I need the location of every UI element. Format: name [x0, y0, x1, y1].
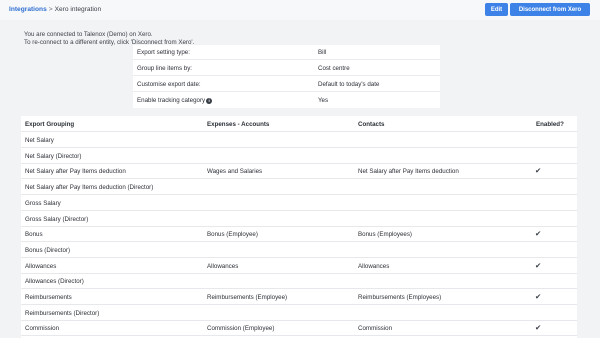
top-bar: Integrations > Xero integration Edit Disco…	[0, 0, 600, 20]
settings-panel: Export setting type: Bill Group line ite…	[133, 45, 440, 108]
table-row: Net Salary (Director)	[21, 148, 577, 164]
row-contact: Net Salary after Pay Items deduction	[358, 168, 459, 176]
row-export-grouping: Net Salary after Pay Items deduction (Di…	[25, 184, 154, 192]
setting-value: Bill	[318, 48, 327, 56]
setting-row-group-by: Group line items by: Cost centre	[133, 61, 440, 76]
setting-label-wrap: Enable tracking category i	[137, 97, 213, 104]
enabled-check-icon: ✔	[535, 323, 542, 333]
table-row: Gross Salary (Director)	[21, 211, 577, 227]
table-row: Gross Salary	[21, 195, 577, 211]
table-row: Reimbursements (Director)	[21, 305, 577, 321]
row-contact: Allowances	[358, 262, 390, 270]
table-header: Export Grouping Expenses - Accounts Cont…	[21, 116, 577, 132]
setting-value: Default to today's date	[318, 80, 380, 88]
row-contact: Commission	[358, 325, 393, 333]
row-expenses-account: Commission (Employee)	[207, 325, 275, 333]
row-contact: Reimbursements (Employees)	[358, 294, 442, 301]
header-export-grouping: Export Grouping	[25, 121, 75, 128]
enabled-check-icon: ✔	[535, 292, 542, 301]
table-row: Bonus Bonus (Employee) Bonus (Employees) ✔	[21, 226, 577, 243]
row-export-grouping: Gross Salary (Director)	[25, 215, 89, 223]
row-expenses-account: Reimbursements (Employee)	[207, 294, 288, 301]
row-expenses-account: Allowances	[207, 262, 239, 270]
row-export-grouping: Net Salary after Pay Items deduction	[25, 168, 126, 176]
table-row: Allowances (Director)	[21, 273, 577, 290]
edit-button[interactable]: Edit	[485, 3, 508, 16]
header-enabled: Enabled?	[536, 121, 564, 128]
header-contacts: Contacts	[358, 121, 385, 128]
setting-value: Yes	[318, 97, 329, 104]
table-row: Net Salary after Pay Items deduction Wage…	[21, 163, 577, 180]
row-export-grouping: Reimbursements (Director)	[25, 309, 100, 317]
setting-row-tracking: Enable tracking category i Yes	[133, 93, 440, 108]
row-export-grouping: Commission	[25, 325, 60, 333]
row-expenses-account: Bonus (Employee)	[207, 231, 258, 239]
setting-row-export-date: Customise export date: Default to today'…	[133, 77, 440, 92]
info-icon[interactable]: i	[206, 97, 213, 104]
setting-label: Group line items by:	[137, 64, 193, 72]
row-contact: Bonus (Employees)	[358, 231, 412, 239]
row-export-grouping: Bonus (Director)	[25, 246, 71, 254]
enabled-check-icon: ✔	[535, 229, 542, 239]
table-row: Allowances Allowances Allowances ✔	[21, 258, 577, 274]
setting-value: Cost centre	[318, 64, 350, 72]
setting-label: Enable tracking category	[137, 97, 206, 104]
breadcrumb: Integrations > Xero integration	[9, 6, 101, 13]
breadcrumb-current: Xero integration	[54, 6, 102, 13]
setting-row-export-type: Export setting type: Bill	[133, 45, 440, 60]
row-export-grouping: Net Salary	[25, 137, 54, 144]
breadcrumb-integrations-link[interactable]: Integrations	[9, 6, 47, 13]
breadcrumb-separator: >	[48, 6, 53, 13]
setting-label: Customise export date:	[137, 80, 201, 88]
table-row: Net Salary	[21, 132, 577, 148]
row-export-grouping: Allowances	[25, 262, 57, 270]
row-export-grouping: Allowances (Director)	[25, 278, 84, 286]
row-export-grouping: Gross Salary	[25, 199, 61, 207]
intro-line-1: You are connected to Talenox (Demo) on X…	[24, 31, 153, 38]
export-grouping-table: Export Grouping Expenses - Accounts Cont…	[21, 116, 577, 338]
table-row: Net Salary after Pay Items deduction (Di…	[21, 179, 577, 196]
row-export-grouping: Reimbursements	[25, 294, 72, 301]
table-row: Commission Commission (Employee) Commissio…	[21, 320, 577, 337]
row-expenses-account: Wages and Salaries	[207, 168, 263, 176]
header-expenses-accounts: Expenses - Accounts	[207, 121, 270, 128]
enabled-check-icon: ✔	[535, 260, 542, 270]
table-row: Reimbursements Reimbursements (Employee) R…	[21, 289, 577, 305]
enabled-check-icon: ✔	[535, 166, 542, 176]
setting-label: Export setting type:	[137, 48, 190, 56]
disconnect-button[interactable]: Disconnect from Xero	[510, 3, 590, 16]
row-export-grouping: Net Salary (Director)	[25, 152, 82, 160]
table-row: Bonus (Director)	[21, 242, 577, 258]
row-export-grouping: Bonus	[25, 231, 43, 239]
